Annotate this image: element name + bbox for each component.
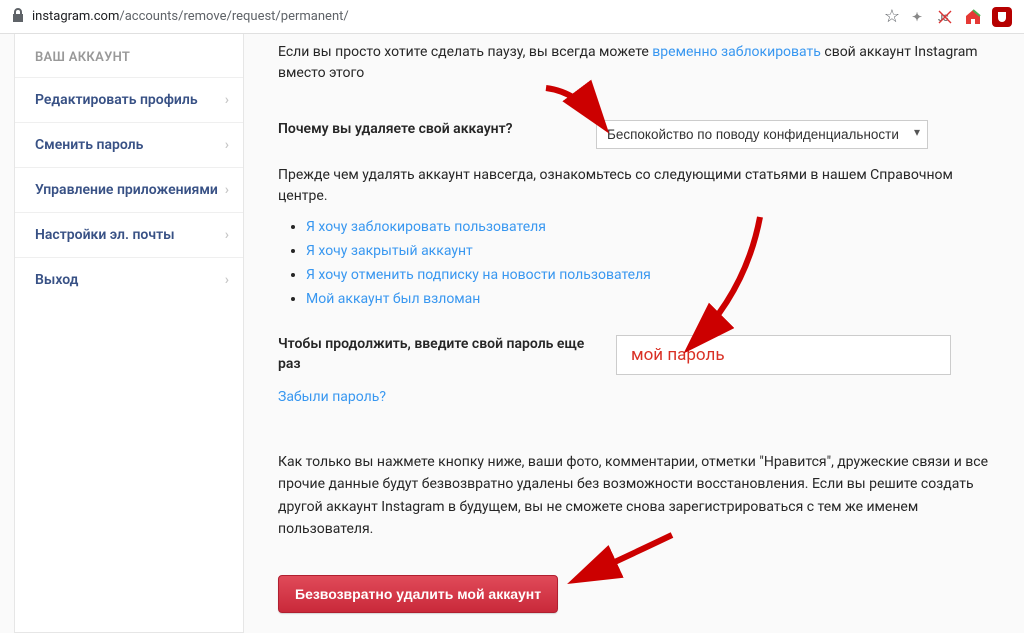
lock-icon [12,8,24,26]
temporarily-disable-link[interactable]: временно заблокировать [652,44,821,60]
sidebar-item-edit-profile[interactable]: Редактировать профиль › [15,77,243,122]
help-links-list: Я хочу заблокировать пользователя Я хочу… [306,219,1002,307]
sidebar-item-label: Управление приложениями [35,182,218,198]
sidebar-title: ВАШ АККАУНТ [15,34,243,77]
help-intro-text: Прежде чем удалять аккаунт навсегда, озн… [278,165,1002,207]
extension-js-icon[interactable]: JS [936,8,954,26]
delete-reason-select[interactable]: Беспокойство по поводу конфиденциальност… [596,120,928,149]
password-label: Чтобы продолжить, введите свой пароль ещ… [278,335,598,374]
sidebar-item-email-settings[interactable]: Настройки эл. почты › [15,212,243,257]
account-sidebar: ВАШ АККАУНТ Редактировать профиль › Смен… [14,34,244,633]
sidebar-item-label: Настройки эл. почты [35,227,175,243]
chevron-right-icon: › [225,92,229,108]
chevron-right-icon: › [225,137,229,153]
chevron-right-icon: › [225,227,229,243]
delete-reason-label: Почему вы удаляете свой аккаунт? [278,120,578,140]
sidebar-item-label: Сменить пароль [35,137,143,153]
extension-plus-icon[interactable]: ✦ [908,8,926,26]
help-link-block-user[interactable]: Я хочу заблокировать пользователя [306,219,546,235]
sidebar-item-label: Выход [35,272,78,288]
sidebar-item-logout[interactable]: Выход › [15,257,243,302]
forgot-password-link[interactable]: Забыли пароль? [278,389,1002,405]
sidebar-item-manage-apps[interactable]: Управление приложениями › [15,167,243,212]
browser-address-bar: instagram.com/accounts/remove/request/pe… [0,0,1024,34]
password-input[interactable] [616,335,951,375]
bookmark-star-icon[interactable]: ☆ [884,6,900,27]
extension-icons: ✦ JS [908,7,1012,27]
intro-paragraph: Если вы просто хотите сделать паузу, вы … [278,42,1002,84]
help-link-unsubscribe[interactable]: Я хочу отменить подписку на новости поль… [306,267,651,283]
url-text[interactable]: instagram.com/accounts/remove/request/pe… [32,9,876,24]
help-link-hacked[interactable]: Мой аккаунт был взломан [306,291,480,307]
extension-ublock-icon[interactable] [992,7,1012,27]
sidebar-item-label: Редактировать профиль [35,92,198,108]
main-content: Если вы просто хотите сделать паузу, вы … [278,34,1010,633]
delete-warning-text: Как только вы нажмете кнопку ниже, ваши … [278,451,1002,541]
chevron-right-icon: › [225,272,229,288]
permanently-delete-button[interactable]: Безвозвратно удалить мой аккаунт [278,575,558,613]
help-link-private-account[interactable]: Я хочу закрытый аккаунт [306,243,473,259]
sidebar-item-change-password[interactable]: Сменить пароль › [15,122,243,167]
extension-home-icon[interactable] [964,8,982,26]
chevron-right-icon: › [225,182,229,198]
